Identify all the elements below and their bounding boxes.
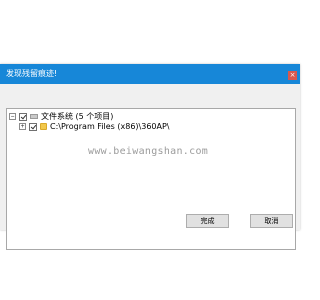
folder-checkbox[interactable] bbox=[29, 122, 37, 131]
collapse-icon[interactable]: − bbox=[9, 113, 16, 120]
expand-icon[interactable]: + bbox=[19, 123, 26, 130]
close-button[interactable]: × bbox=[288, 71, 297, 80]
file-system-checkbox[interactable] bbox=[19, 112, 27, 121]
folder-icon bbox=[40, 123, 47, 130]
tree-item-360ap-folder[interactable]: + C:\Program Files (x86)\360AP\ bbox=[19, 121, 169, 132]
folder-path-label: C:\Program Files (x86)\360AP\ bbox=[50, 122, 170, 131]
drive-icon bbox=[30, 114, 38, 119]
dialog-title: 发现残留痕迹! bbox=[6, 69, 58, 78]
watermark-text: www.beiwangshan.com bbox=[88, 146, 209, 157]
dialog-titlebar[interactable]: 发现残留痕迹! × bbox=[0, 64, 300, 84]
finish-button[interactable]: 完成 bbox=[186, 214, 229, 228]
cancel-button[interactable]: 取消 bbox=[250, 214, 293, 228]
close-icon: × bbox=[289, 71, 296, 79]
